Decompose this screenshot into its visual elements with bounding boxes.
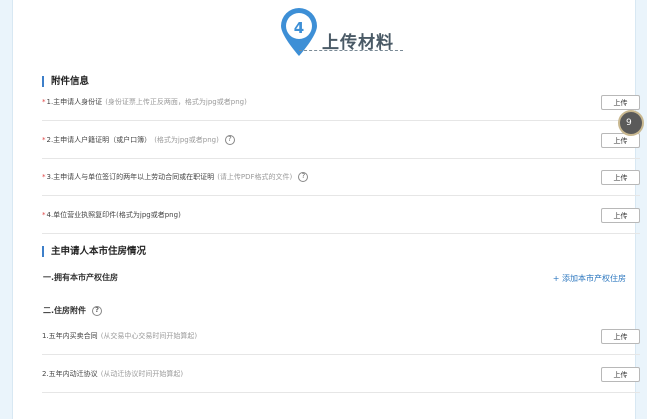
attachment-row-labor-contract: * 3.主申请人与单位签订的两年以上劳动合同或在职证明 (请上传PDF格式的文件… (42, 158, 640, 196)
upload-button[interactable]: 上传 (601, 170, 640, 185)
attachment-label: 1.主申请人身份证 (46, 97, 103, 106)
upload-button[interactable]: 上传 (601, 367, 640, 382)
attachment-label: 2.主申请人户籍证明（或户口簿） (46, 135, 152, 144)
step-title-underline (299, 50, 403, 51)
attachment-label: 4.单位营业执照复印件(格式为jpg或者png) (46, 210, 181, 219)
required-marker: * (42, 172, 46, 181)
upload-button[interactable]: 上传 (601, 95, 640, 110)
housing-row-sale-contract: 1.五年内买卖合同 (从交易中心交易时间开始算起) 上传 (42, 317, 640, 355)
housing-attachment-label: 2.五年内动迁协议 (42, 369, 98, 378)
attachment-hint: (格式为jpg或者png) (154, 135, 219, 144)
step-number: 4 (293, 19, 305, 37)
floating-badge[interactable]: 9 (618, 110, 644, 136)
attachment-hint: (身份证票上传正反两面，格式为jpg或者png) (105, 97, 247, 106)
help-icon[interactable]: ? (92, 305, 103, 316)
help-icon[interactable]: ? (298, 171, 309, 182)
required-marker: * (42, 210, 46, 219)
attachment-row-household-register: * 2.主申请人户籍证明（或户口簿） (格式为jpg或者png) ? 上传 (42, 121, 640, 159)
housing-attachment-label: 1.五年内买卖合同 (42, 331, 98, 340)
housing-attachment-hint: (从交易中心交易时间开始算起) (100, 331, 198, 340)
upload-button[interactable]: 上传 (601, 208, 640, 223)
attachment-label: 3.主申请人与单位签订的两年以上劳动合同或在职证明 (46, 172, 215, 181)
attachment-hint: (请上传PDF格式的文件) (217, 172, 293, 181)
form-panel: 4 上传材料 附件信息 * 1.主申请人身份证 (身份证票上传正反两面，格式为j… (12, 0, 640, 419)
help-icon[interactable]: ? (224, 134, 235, 145)
housing-attachment-hint: (从动迁协议时间开始算起) (100, 369, 184, 378)
attachment-row-business-license: * 4.单位营业执照复印件(格式为jpg或者png) 上传 (42, 196, 640, 234)
housing-section-title: 主申请人本市住房情况 (42, 246, 146, 257)
required-marker: * (42, 135, 46, 144)
housing-attachments-label: 二.住房附件 (43, 306, 87, 315)
housing-attachments-title: 二.住房附件 ? (43, 305, 103, 316)
upload-button[interactable]: 上传 (601, 329, 640, 344)
owned-housing-title: 一.拥有本市产权住房 (43, 273, 119, 282)
required-marker: * (42, 97, 46, 106)
attachment-row-id-card: * 1.主申请人身份证 (身份证票上传正反两面，格式为jpg或者png) 上传 (42, 83, 640, 121)
add-owned-housing-link[interactable]: + 添加本市产权住房 (553, 273, 626, 284)
housing-row-relocation-agreement: 2.五年内动迁协议 (从动迁协议时间开始算起) 上传 (42, 355, 640, 393)
